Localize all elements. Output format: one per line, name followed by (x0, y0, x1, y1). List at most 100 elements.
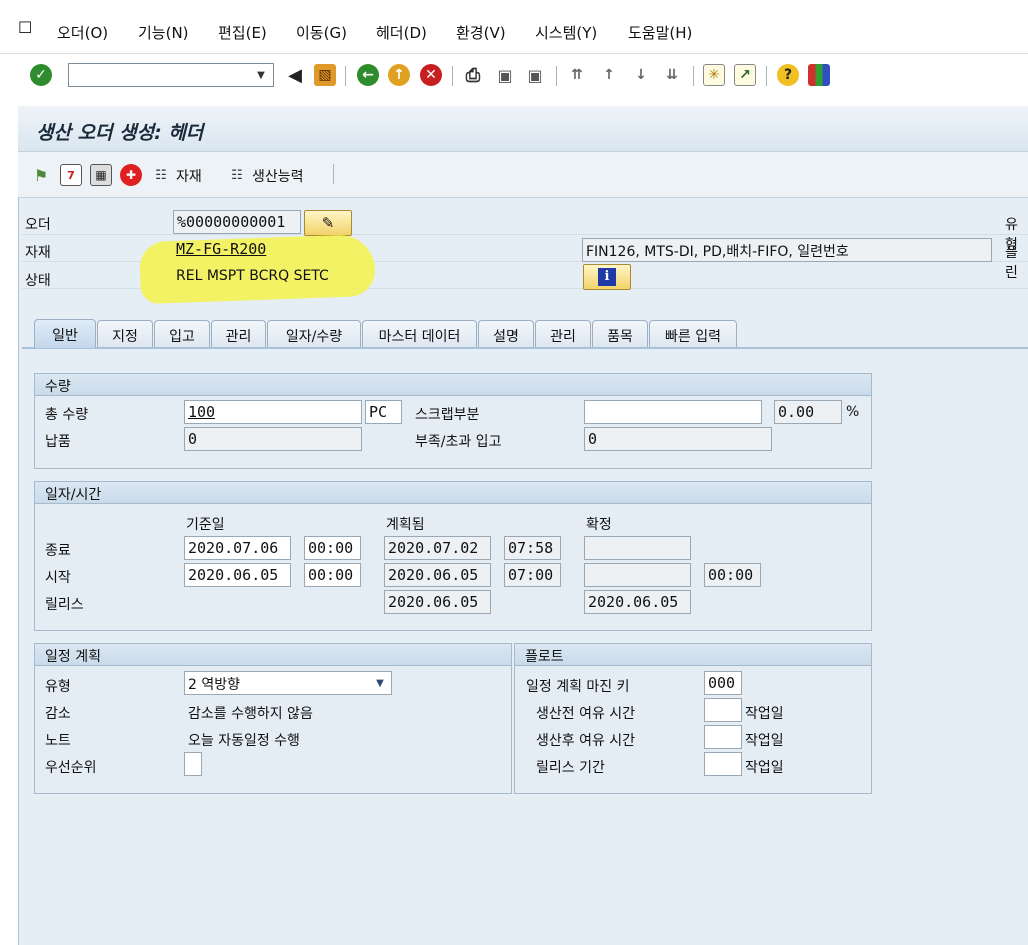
menu-function[interactable]: 기능(N) (138, 22, 189, 43)
chevron-down-icon[interactable]: ▼ (249, 64, 273, 86)
short-over-field: 0 (584, 427, 772, 451)
post-float-unit: 작업일 (745, 733, 784, 749)
back-icon[interactable]: ← (357, 64, 379, 86)
menu-order[interactable]: 오더(O) (57, 22, 108, 43)
margin-key-input[interactable]: 000 (704, 671, 742, 695)
find-icon[interactable]: ▣ (494, 64, 516, 86)
float-group: 플로트 일정 계획 마진 키 000 생산전 여유 시간 작업일 생산후 여유 … (514, 643, 872, 794)
material-tree-icon[interactable]: ☷ (150, 164, 172, 186)
dates-group: 일자/시간 기준일 계획됨 확정 종료 2020.07.06 00:00 202… (34, 481, 872, 631)
delivered-label: 납품 (45, 434, 71, 450)
menu-goto[interactable]: 이동(G) (296, 22, 347, 43)
calculator-icon[interactable]: ▦ (90, 164, 112, 186)
tab-administration[interactable]: 관리 (535, 320, 591, 347)
status-info-icon[interactable]: i (583, 264, 631, 290)
help-icon[interactable]: ? (777, 64, 799, 86)
margin-key-label: 일정 계획 마진 키 (526, 679, 630, 695)
confirmed-header: 확정 (586, 517, 612, 533)
tab-items[interactable]: 품목 (592, 320, 648, 347)
command-field[interactable]: ▼ (68, 63, 274, 87)
sched-type-select[interactable]: 2 역방향 ▼ (184, 671, 392, 695)
total-qty-input[interactable]: 100 (184, 400, 362, 424)
print-icon[interactable]: ⎙ (462, 64, 484, 86)
save-icon[interactable]: ▧ (314, 64, 336, 86)
priority-input[interactable] (184, 752, 202, 776)
capacity-button-label[interactable]: 생산능력 (252, 166, 304, 186)
end-conf-date-field (584, 536, 691, 560)
status-label: 상태 (25, 273, 51, 289)
edit-pencil-icon[interactable]: ✎ (304, 210, 352, 236)
menu-system[interactable]: 시스템(Y) (535, 22, 597, 43)
tab-assignment[interactable]: 지정 (97, 320, 153, 347)
percent-sign: % (846, 404, 860, 420)
pre-float-label: 생산전 여유 시간 (536, 706, 636, 722)
pre-float-input[interactable] (704, 698, 742, 722)
tab-control[interactable]: 관리 (211, 320, 266, 347)
tab-goods-receipt[interactable]: 입고 (154, 320, 210, 347)
menu-header[interactable]: 헤더(D) (376, 22, 427, 43)
release-conf-field: 2020.06.05 (584, 590, 691, 614)
tab-quick-entry[interactable]: 빠른 입력 (649, 320, 737, 347)
find-next-icon[interactable]: ▣ (524, 64, 546, 86)
chevron-down-icon[interactable]: ▼ (371, 674, 389, 692)
end-label: 종료 (45, 543, 71, 559)
start-basic-date-input[interactable]: 2020.06.05 (184, 563, 291, 587)
start-label: 시작 (45, 570, 71, 586)
scheduling-group: 일정 계획 유형 2 역방향 ▼ 감소 감소를 수행하지 않음 노트 오늘 자동… (34, 643, 512, 794)
material-button-label[interactable]: 자재 (176, 166, 202, 186)
menu-environment[interactable]: 환경(V) (456, 22, 506, 43)
menu-edit[interactable]: 편집(E) (218, 22, 267, 43)
menu-bar: ☐ 오더(O) 기능(N) 편집(E) 이동(G) 헤더(D) 환경(V) 시스… (0, 0, 1028, 54)
tab-dates-qty[interactable]: 일자/수량 (267, 320, 361, 347)
post-float-input[interactable] (704, 725, 742, 749)
material-field: MZ-FG-R200 (176, 240, 267, 258)
shortcut-icon[interactable]: ↗ (734, 64, 756, 86)
tab-description[interactable]: 설명 (478, 320, 534, 347)
reduction-value: 감소를 수행하지 않음 (188, 706, 313, 722)
unit-input[interactable]: PC (365, 400, 402, 424)
total-qty-label: 총 수량 (45, 407, 89, 423)
short-over-label: 부족/초과 입고 (415, 434, 502, 450)
dates-group-title: 일자/시간 (35, 482, 871, 504)
status-field: REL MSPT BCRQ SETC (176, 268, 329, 284)
release-sched-field: 2020.06.05 (384, 590, 491, 614)
calendar-icon[interactable]: 7 (60, 164, 82, 186)
post-float-label: 생산후 여유 시간 (536, 733, 636, 749)
end-sched-time-field: 07:58 (504, 536, 561, 560)
screen-title-bar: 생산 오더 생성: 헤더 (18, 106, 1028, 152)
layout-menu-icon[interactable] (808, 64, 830, 86)
last-page-icon[interactable]: ⇊ (661, 64, 683, 86)
order-field: %00000000001 (173, 210, 301, 234)
release-label: 릴리스 (45, 597, 84, 613)
end-basic-date-input[interactable]: 2020.07.06 (184, 536, 291, 560)
scrap-input[interactable] (584, 400, 762, 424)
release-period-input[interactable] (704, 752, 742, 776)
capacity-tree-icon[interactable]: ☷ (226, 164, 248, 186)
back-arrow-icon[interactable]: ◀ (284, 64, 306, 86)
note-value: 오늘 자동일정 수행 (188, 733, 300, 749)
flag-icon[interactable]: ⚑ (30, 164, 52, 186)
menu-help[interactable]: 도움말(H) (628, 22, 692, 43)
exit-icon[interactable]: ↑ (388, 64, 410, 86)
lifebuoy-icon[interactable]: ✚ (120, 164, 142, 186)
menu-icon[interactable]: ☐ (18, 18, 32, 37)
first-page-icon[interactable]: ⇈ (566, 64, 588, 86)
release-period-label: 릴리스 기간 (536, 760, 605, 776)
tab-general[interactable]: 일반 (34, 319, 96, 348)
page-title: 생산 오더 생성: 헤더 (36, 122, 204, 144)
start-basic-time-input[interactable]: 00:00 (304, 563, 361, 587)
cancel-icon[interactable]: ✕ (420, 64, 442, 86)
priority-label: 우선순위 (45, 760, 97, 776)
info-icon: i (598, 268, 616, 286)
create-session-icon[interactable]: ✳ (703, 64, 725, 86)
end-basic-time-input[interactable]: 00:00 (304, 536, 361, 560)
enter-check-icon[interactable]: ✓ (30, 64, 52, 86)
application-toolbar: ⚑ 7 ▦ ✚ ☷ 자재 ☷ 생산능력 (18, 152, 1028, 198)
tab-master-data[interactable]: 마스터 데이터 (362, 320, 477, 347)
next-page-icon[interactable]: ↓ (630, 64, 652, 86)
float-group-title: 플로트 (515, 644, 871, 666)
sched-type-label: 유형 (45, 679, 71, 695)
reduction-label: 감소 (45, 706, 71, 722)
previous-page-icon[interactable]: ↑ (598, 64, 620, 86)
material-description: FIN126, MTS-DI, PD,배치-FIFO, 일련번호 (582, 238, 992, 262)
